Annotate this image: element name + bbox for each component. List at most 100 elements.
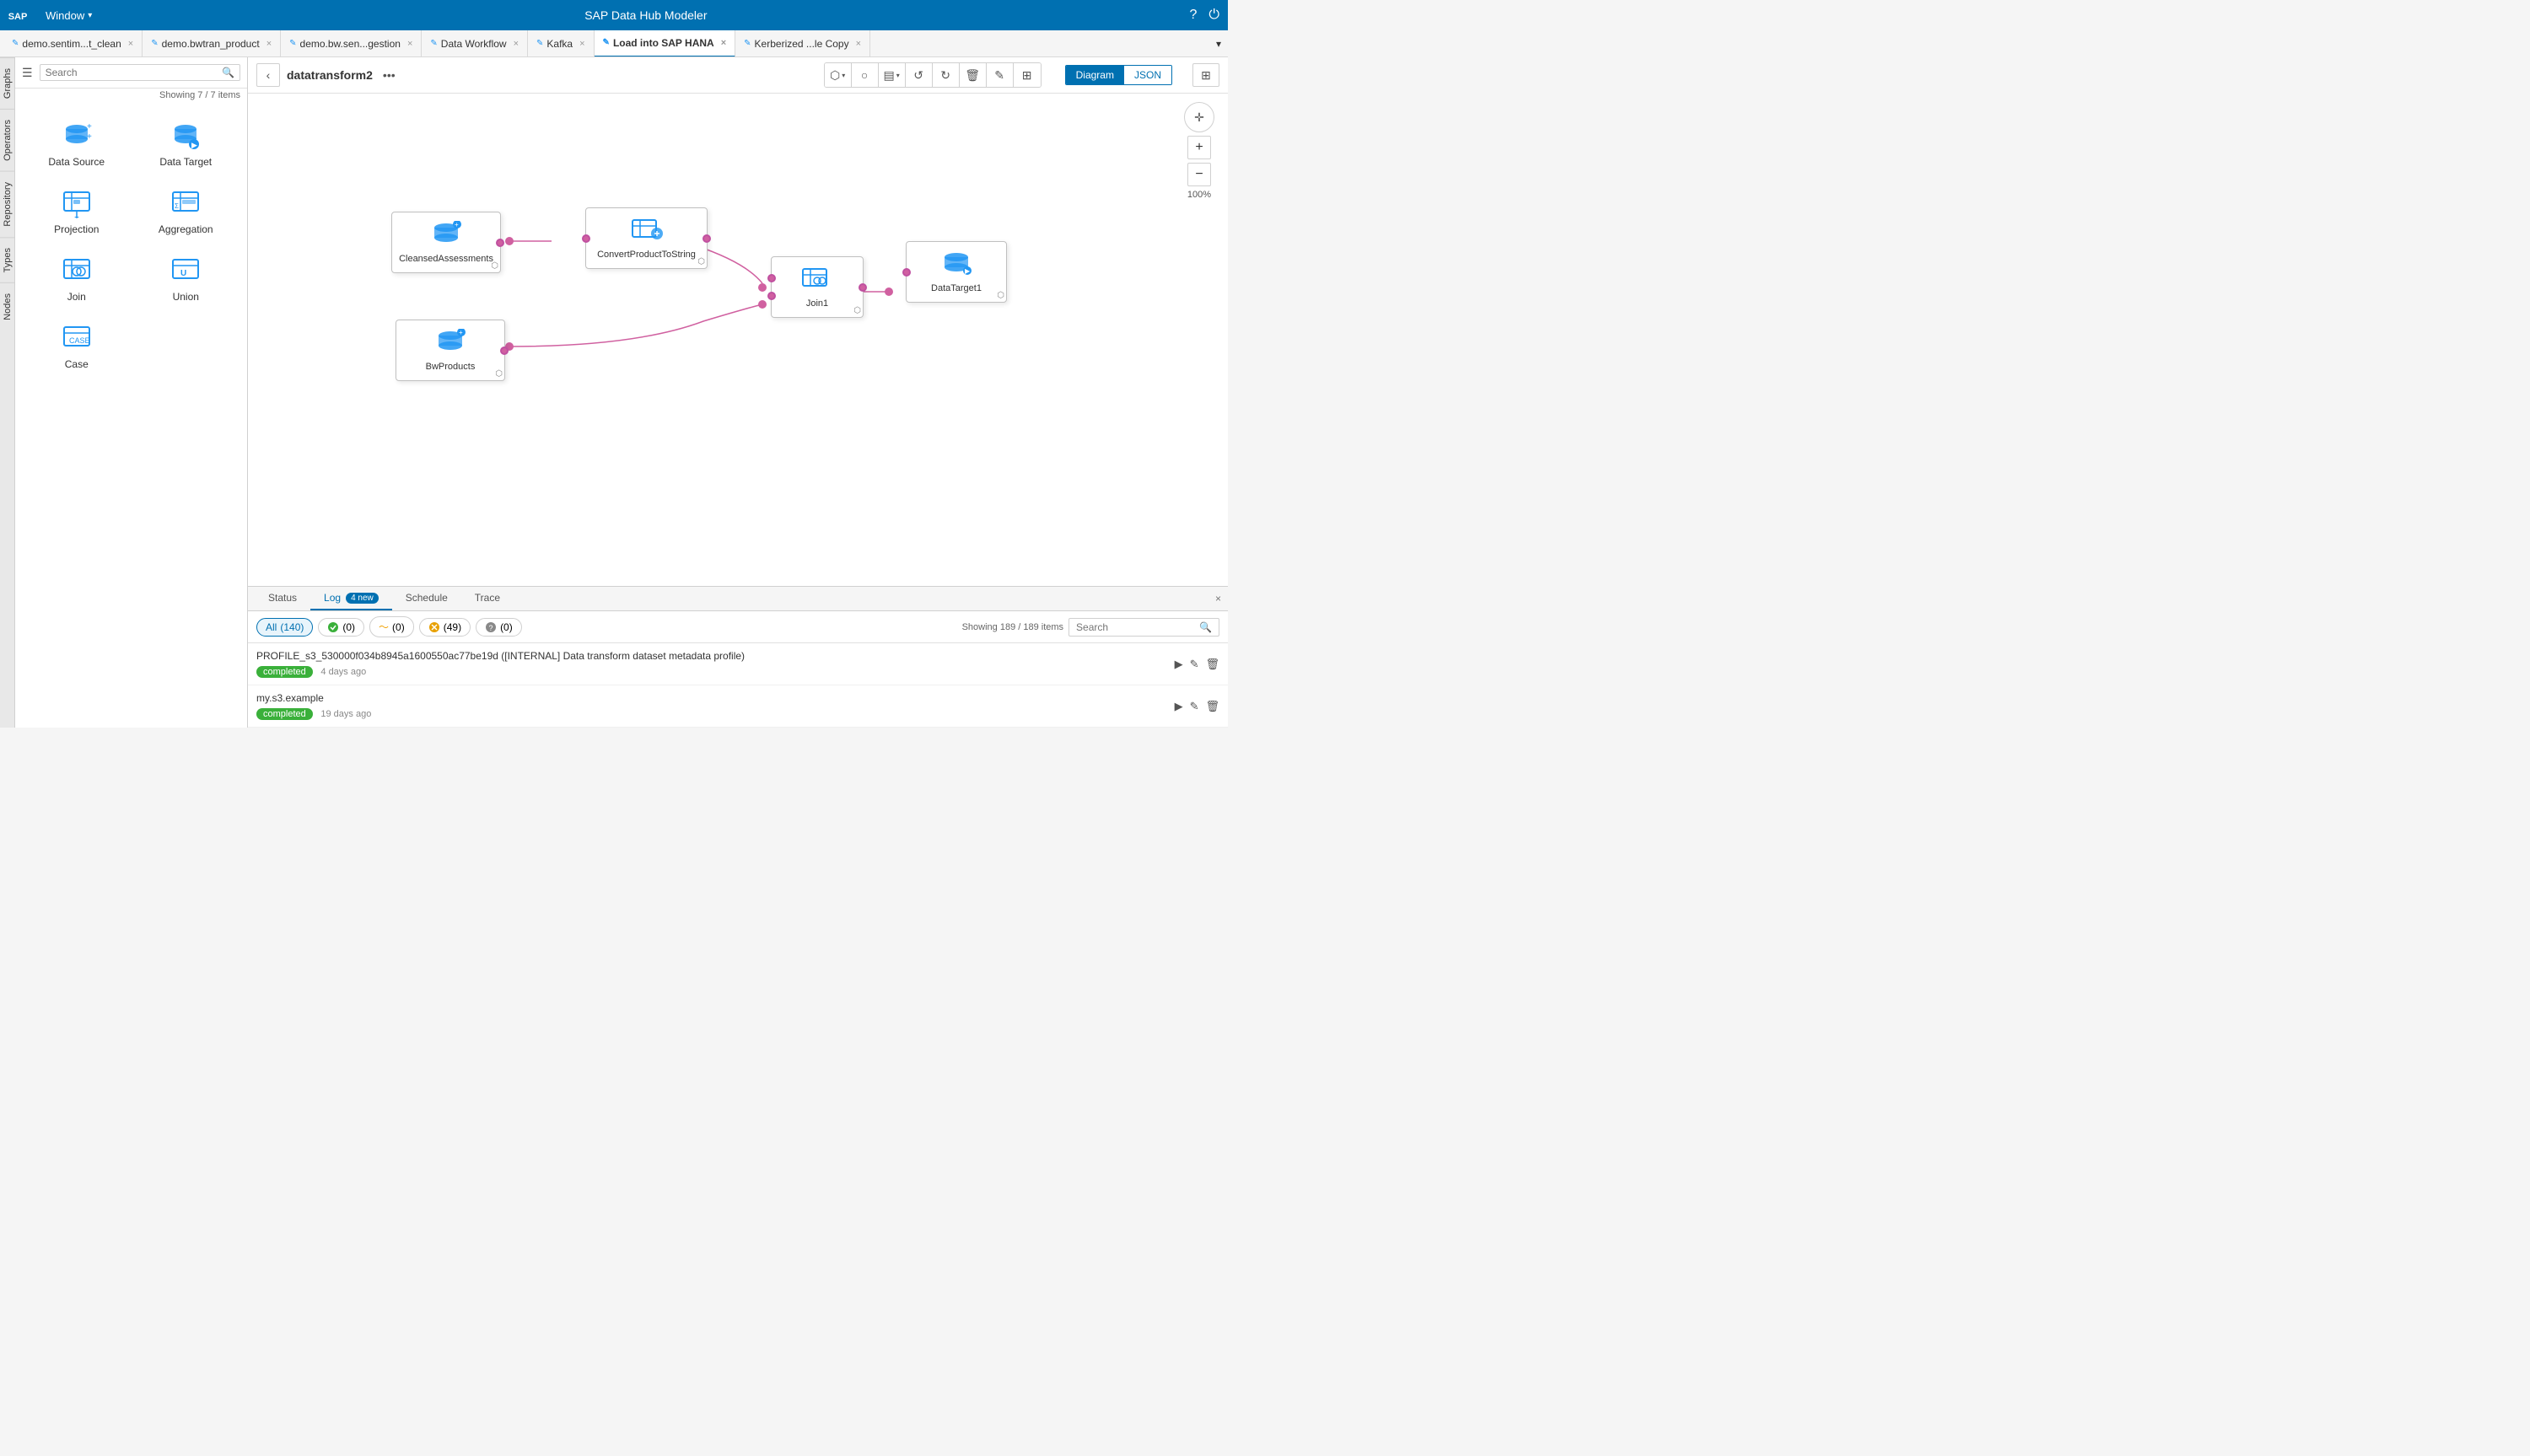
toolbar-circle-btn[interactable]: ○ — [852, 63, 879, 87]
zoom-in-btn[interactable]: + — [1187, 136, 1211, 159]
log-item-content: my.s3.example completed 19 days ago — [256, 692, 1166, 720]
node-convert-product[interactable]: ConvertProductToString ⬡ — [585, 207, 708, 269]
component-data-target[interactable]: ▶ Data Target — [132, 110, 241, 178]
tabs-overflow-icon[interactable]: ▾ — [1209, 38, 1228, 50]
toolbar-layout-btn[interactable]: ▤ — [879, 63, 906, 87]
bottom-tab-status[interactable]: Status — [255, 587, 310, 610]
component-projection[interactable]: Projection — [22, 178, 132, 245]
help-icon[interactable]: ? — [1189, 8, 1197, 23]
component-union[interactable]: U Union — [132, 245, 241, 313]
toolbar-edit-btn[interactable]: ✎ — [987, 63, 1014, 87]
warning-wave-icon: 〜 — [379, 620, 389, 634]
component-label-union: Union — [173, 291, 199, 303]
sap-logo[interactable]: SAP — [0, 0, 35, 30]
log-delete-icon[interactable]: 🗑 — [1205, 658, 1219, 671]
layout-icon[interactable]: ⊞ — [1192, 63, 1219, 87]
svg-text:+: + — [87, 122, 92, 132]
filter-success-btn[interactable]: (0) — [318, 618, 364, 637]
toolbar-redo-btn[interactable]: ↻ — [933, 63, 960, 87]
port-bwproducts-right[interactable] — [500, 347, 509, 355]
projection-icon — [62, 188, 92, 218]
log-item-actions: ▶ ✎ 🗑 — [1175, 658, 1219, 671]
log-run-icon[interactable]: ▶ — [1175, 658, 1183, 671]
port-cleansed-right[interactable] — [496, 239, 504, 247]
sidebar-item-nodes[interactable]: Nodes — [0, 282, 14, 330]
filter-warning-btn[interactable]: 〜 (0) — [369, 616, 414, 637]
sidebar-item-graphs[interactable]: Graphs — [0, 57, 14, 109]
log-run-icon[interactable]: ▶ — [1175, 700, 1183, 713]
tab-close-icon[interactable]: × — [128, 39, 133, 49]
node-expand-icon[interactable]: ⬡ — [495, 369, 503, 379]
node-expand-icon[interactable]: ⬡ — [853, 306, 861, 315]
port-join1-right[interactable] — [859, 283, 867, 292]
search-input[interactable] — [46, 67, 222, 78]
tab-kerberized[interactable]: ✎ Kerberized ...le Copy × — [735, 30, 870, 57]
node-expand-icon[interactable]: ⬡ — [697, 257, 705, 266]
tab-close-icon[interactable]: × — [407, 39, 412, 49]
power-icon[interactable]: ⏻ — [1208, 8, 1219, 23]
log-edit-icon[interactable]: ✎ — [1190, 658, 1199, 671]
node-expand-icon[interactable]: ⬡ — [997, 291, 1004, 300]
tab-demo-bw-sen[interactable]: ✎ demo.bw.sen...gestion × — [281, 30, 422, 57]
toolbar-undo-btn[interactable]: ↺ — [906, 63, 933, 87]
node-expand-icon[interactable]: ⬡ — [491, 261, 498, 271]
zoom-out-btn[interactable]: − — [1187, 163, 1211, 186]
node-datatarget1[interactable]: ▶ DataTarget1 ⬡ — [906, 241, 1007, 303]
port-convert-right[interactable] — [702, 234, 711, 243]
filter-error-btn[interactable]: (49) — [419, 618, 471, 637]
node-join1[interactable]: Join1 ⬡ — [771, 256, 864, 318]
sidebar-item-repository[interactable]: Repository — [0, 171, 14, 237]
filter-all-label: All — [266, 621, 277, 633]
pan-control[interactable]: ✛ — [1184, 102, 1214, 132]
more-options-icon[interactable]: ••• — [383, 68, 396, 82]
bottom-tab-schedule[interactable]: Schedule — [392, 587, 461, 610]
log-search-input[interactable] — [1076, 621, 1194, 633]
tab-demo-bwtran[interactable]: ✎ demo.bwtran_product × — [143, 30, 281, 57]
port-datatarget1-left[interactable] — [902, 268, 911, 277]
node-cleansed-assessments[interactable]: + CleansedAssessments ⬡ — [391, 212, 501, 273]
log-search-icon[interactable]: 🔍 — [1199, 621, 1212, 633]
bottom-tab-trace[interactable]: Trace — [461, 587, 514, 610]
tab-kafka[interactable]: ✎ Kafka × — [528, 30, 595, 57]
filter-warning-count: (0) — [392, 621, 405, 633]
toolbar-delete-btn[interactable]: 🗑 — [960, 63, 987, 87]
tab-close-icon[interactable]: × — [856, 39, 861, 49]
tab-demo-sentim[interactable]: ✎ demo.sentim...t_clean × — [3, 30, 143, 57]
log-edit-icon[interactable]: ✎ — [1190, 700, 1199, 713]
port-join1-left[interactable] — [767, 274, 776, 282]
filter-all-btn[interactable]: All (140) — [256, 618, 313, 637]
filter-unknown-btn[interactable]: ? (0) — [476, 618, 522, 637]
sidebar-item-types[interactable]: Types — [0, 237, 14, 282]
back-button[interactable]: ‹ — [256, 63, 280, 87]
port-convert-left[interactable] — [582, 234, 590, 243]
sidebar-item-operators[interactable]: Operators — [0, 109, 14, 171]
tab-load-sap-hana[interactable]: ✎ Load into SAP HANA × — [595, 30, 736, 57]
tab-close-icon[interactable]: × — [721, 38, 726, 48]
bottom-tab-log[interactable]: Log 4 new — [310, 587, 392, 610]
window-menu[interactable]: Window ▾ — [35, 0, 102, 30]
node-bw-products[interactable]: + BwProducts ⬡ — [396, 320, 505, 381]
panel-header: ☰ 🔍 — [15, 57, 247, 89]
toolbar-select-btn[interactable]: ⬡ — [825, 63, 852, 87]
canvas-main[interactable]: ✛ + − 100% — [248, 94, 1228, 586]
side-tabs: Graphs Operators Repository Types Nodes — [0, 57, 15, 728]
component-aggregation[interactable]: Σ Aggregation — [132, 178, 241, 245]
log-filter-bar: All (140) (0) 〜 (0) — [248, 611, 1228, 643]
search-icon[interactable]: 🔍 — [222, 67, 234, 78]
panel-menu-icon[interactable]: ☰ — [22, 66, 33, 80]
log-item: PROFILE_s3_530000f034b8945a1600550ac77be… — [248, 643, 1228, 685]
component-case[interactable]: CASE Case — [22, 313, 132, 380]
view-json-btn[interactable]: JSON — [1124, 66, 1171, 84]
bottom-panel-close-icon[interactable]: × — [1215, 593, 1221, 604]
tab-data-workflow[interactable]: ✎ Data Workflow × — [422, 30, 528, 57]
component-data-source[interactable]: + + Data Source — [22, 110, 132, 178]
port-join1-left2[interactable] — [767, 292, 776, 300]
tab-close-icon[interactable]: × — [266, 39, 272, 49]
component-join[interactable]: Join — [22, 245, 132, 313]
tab-close-icon[interactable]: × — [579, 39, 584, 49]
data-source-icon: + + — [62, 121, 92, 151]
tab-close-icon[interactable]: × — [514, 39, 519, 49]
view-diagram-btn[interactable]: Diagram — [1066, 66, 1124, 84]
log-delete-icon[interactable]: 🗑 — [1205, 700, 1219, 713]
toolbar-grid-btn[interactable]: ⊞ — [1014, 63, 1041, 87]
